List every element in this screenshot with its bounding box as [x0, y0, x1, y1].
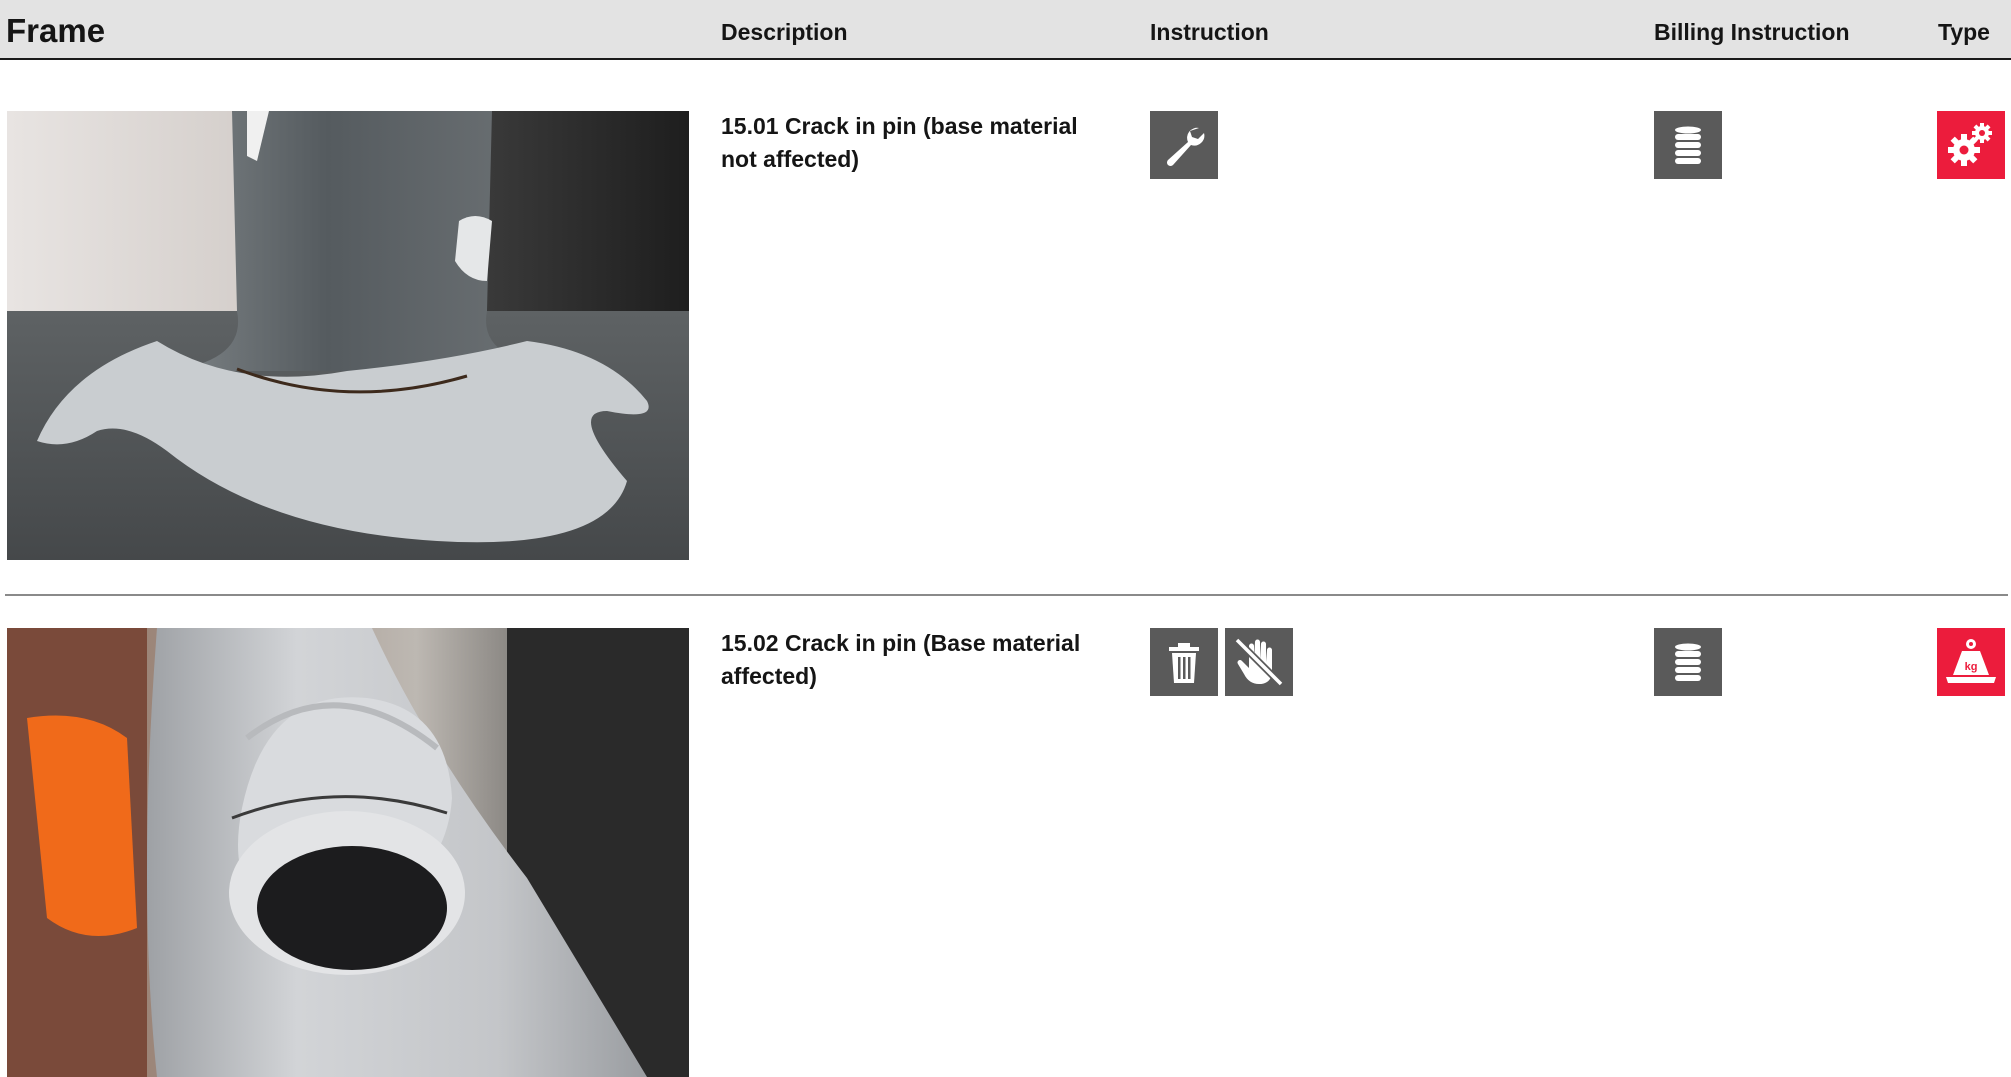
header-frame: Frame	[6, 12, 106, 49]
wrench-icon[interactable]	[1150, 111, 1218, 179]
header-billing-instruction: Billing Instruction	[1654, 19, 1850, 45]
weight-kg-label: kg	[1965, 661, 1978, 673]
table-header: Frame Description Instruction Billing In…	[0, 0, 2011, 60]
header-description: Description	[721, 19, 848, 45]
no-touch-hand-icon[interactable]	[1225, 628, 1293, 696]
gears-icon[interactable]	[1937, 111, 2005, 179]
defect-photo	[7, 111, 689, 560]
weight-kg-icon[interactable]: kg	[1937, 628, 2005, 696]
defect-description: 15.02 Crack in pin (Base material affect…	[721, 630, 1081, 689]
defect-description: 15.01 Crack in pin (base material not af…	[721, 113, 1078, 172]
coin-stack-icon[interactable]	[1654, 111, 1722, 179]
trash-icon[interactable]	[1150, 628, 1218, 696]
header-type: Type	[1938, 19, 1990, 45]
coin-stack-icon[interactable]	[1654, 628, 1722, 696]
defect-photo	[7, 628, 689, 1077]
header-instruction: Instruction	[1150, 19, 1269, 45]
row-divider	[5, 594, 2008, 596]
